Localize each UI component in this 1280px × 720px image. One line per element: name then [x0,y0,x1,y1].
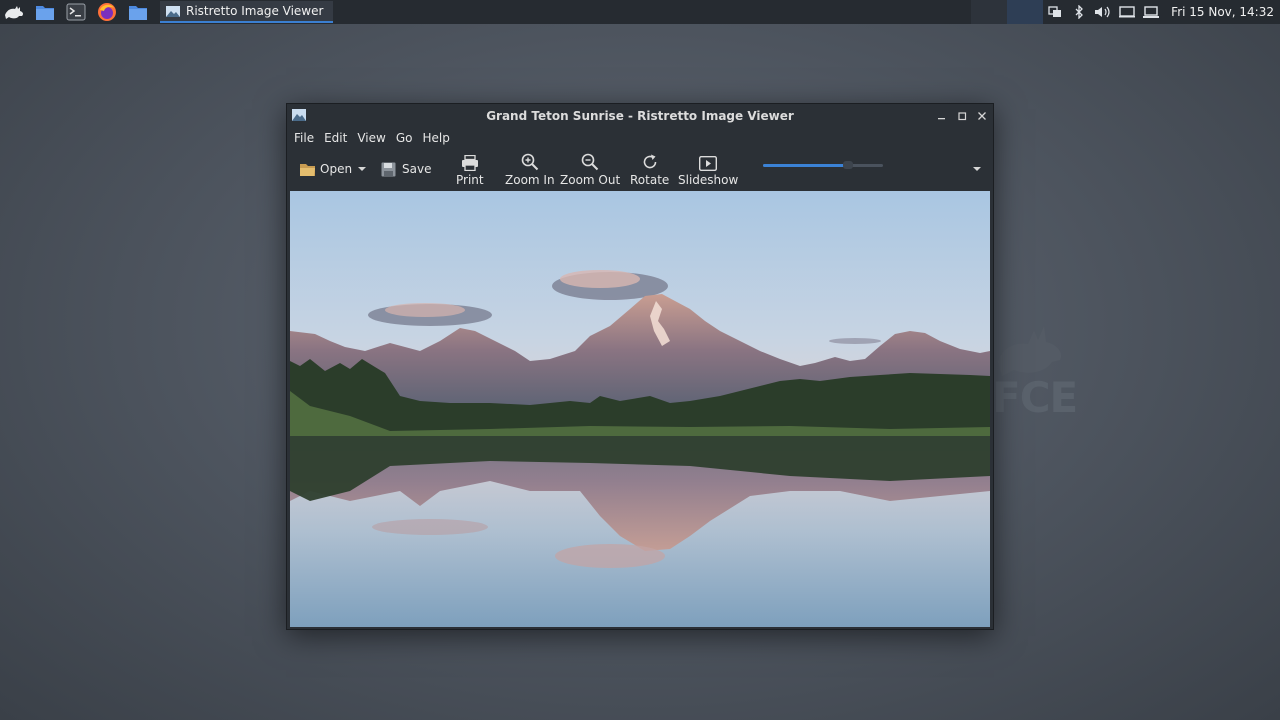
power-tray-button[interactable] [1139,0,1163,24]
tray-spacer [971,0,1008,24]
volume-icon [1095,6,1110,18]
panel-clock[interactable]: Fri 15 Nov, 14:32 [1163,5,1280,19]
minimize-icon [938,117,945,119]
taskbar-item-label: Ristretto Image Viewer [186,4,324,18]
image-canvas[interactable] [290,191,990,627]
menu-edit[interactable]: Edit [319,131,352,145]
chevron-down-icon [358,167,366,171]
zoom-in-icon [521,153,538,171]
system-tray: Fri 15 Nov, 14:32 [971,0,1280,24]
chevron-down-icon [973,167,981,171]
toolbar: Open Save Print Zoom In Zoom Out Rotate … [287,149,993,195]
close-icon [978,111,986,120]
bluetooth-icon [1075,5,1084,19]
menu-help[interactable]: Help [417,131,454,145]
menu-bar: File Edit View Go Help [287,127,993,149]
zoom-slider[interactable] [763,161,883,169]
folder-open-icon [300,163,315,176]
bluetooth-tray-button[interactable] [1067,0,1091,24]
slideshow-label: Slideshow [678,173,739,187]
maximize-button[interactable] [952,104,972,127]
network-tray-button[interactable] [1043,0,1067,24]
xfce-watermark: FCE [992,373,1078,422]
menu-file[interactable]: File [289,131,319,145]
zoom-out-icon [581,153,599,171]
maximize-icon [958,111,967,120]
save-button[interactable]: Save [381,149,431,189]
window-title: Grand Teton Sunrise - Ristretto Image Vi… [486,108,794,123]
open-label: Open [320,162,353,176]
rotate-button[interactable]: Rotate [630,151,669,193]
workspace-switcher[interactable] [1007,0,1044,24]
display-icon [1119,6,1136,18]
menu-view[interactable]: View [352,131,390,145]
folder-launcher[interactable] [124,0,152,24]
close-button[interactable] [972,104,992,127]
open-button[interactable]: Open [299,149,352,189]
window-titlebar[interactable]: Grand Teton Sunrise - Ristretto Image Vi… [287,104,993,127]
top-panel: Ristretto Image Viewer Fri 15 Nov, 14:32 [0,0,1280,24]
print-button[interactable]: Print [456,151,484,193]
image-viewer-icon [166,5,180,17]
zoom-out-button[interactable]: Zoom Out [560,151,620,193]
display-tray-button[interactable] [1115,0,1139,24]
file-manager-icon [36,6,54,20]
rotate-label: Rotate [630,173,670,187]
save-label: Save [402,162,432,176]
zoom-slider-handle[interactable] [843,161,853,169]
zoom-in-button[interactable]: Zoom In [505,151,555,193]
zoom-slider-fill [763,164,847,167]
slideshow-icon [699,156,718,171]
rotate-icon [643,154,656,169]
open-dropdown-button[interactable] [358,149,366,189]
minimize-button[interactable] [931,104,951,127]
terminal-icon [66,3,86,21]
window-app-icon[interactable] [292,109,306,121]
slideshow-button[interactable]: Slideshow [678,151,738,193]
print-label: Print [456,173,484,187]
menu-go[interactable]: Go [391,131,418,145]
network-icon [1048,6,1062,17]
zoom-in-label: Zoom In [505,173,555,187]
firefox-launcher[interactable] [93,0,121,24]
zoom-out-label: Zoom Out [560,173,621,187]
save-icon [381,162,396,176]
xfce-menu-button[interactable] [0,0,28,24]
xfce-mouse-watermark [998,326,1062,376]
folder-icon [129,6,147,20]
laptop-icon [1143,6,1160,18]
print-icon [461,155,478,171]
terminal-launcher[interactable] [62,0,90,24]
toolbar-overflow-button[interactable] [973,149,981,189]
landscape-photo [290,191,990,627]
taskbar-item-ristretto[interactable]: Ristretto Image Viewer [160,1,334,23]
volume-tray-button[interactable] [1091,0,1115,24]
image-viewer-window: Grand Teton Sunrise - Ristretto Image Vi… [286,103,994,630]
firefox-icon [98,3,116,21]
file-manager-launcher[interactable] [31,0,59,24]
xfce-menu-icon [5,6,24,19]
